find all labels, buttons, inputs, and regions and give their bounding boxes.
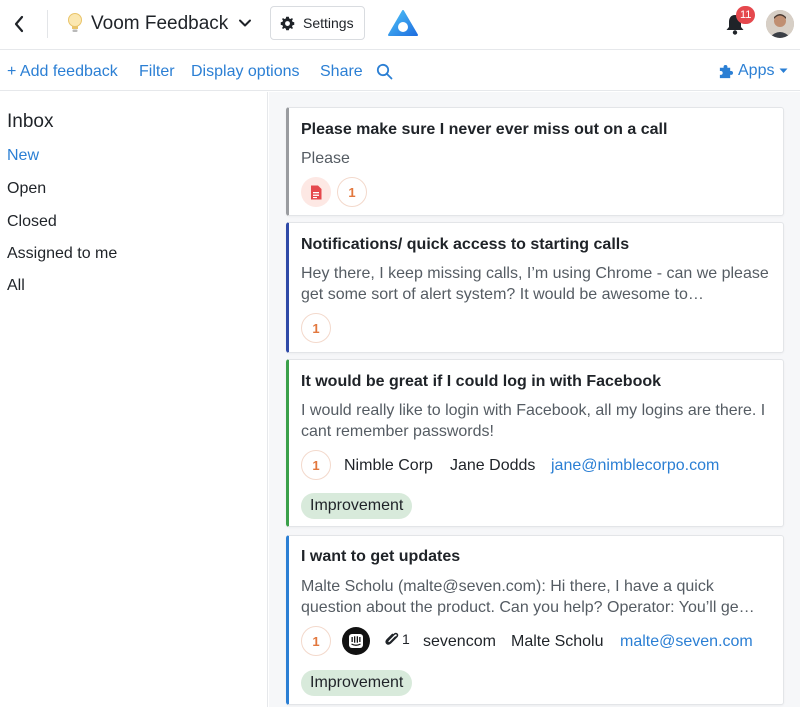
card-title: Notifications/ quick access to starting … [301,236,630,253]
share-button[interactable]: Share [320,62,363,82]
gear-icon [280,16,295,31]
add-feedback-button[interactable]: + Add feedback [7,62,118,82]
card-title: I want to get updates [301,548,461,565]
improvement-tag[interactable]: Improvement [301,493,413,519]
feedback-card[interactable]: It would be great if I could log in with… [286,359,784,527]
person-name[interactable]: Jane Dodds [450,456,535,476]
vote-count-badge: 1 [301,450,331,480]
vote-count-badge: 1 [337,177,367,207]
apps-dropdown[interactable]: Apps [718,62,788,80]
intercom-icon [342,627,370,655]
sidebar-item-closed[interactable]: Closed [7,213,57,231]
card-title: Please make sure I never ever miss out o… [301,121,668,138]
filter-button[interactable]: Filter [139,62,175,82]
company-name[interactable]: Nimble Corp [344,456,433,476]
improvement-tag[interactable]: Improvement [301,670,413,696]
sidebar-item-assigned-to-me[interactable]: Assigned to me [7,245,117,263]
lightbulb-icon [66,12,84,36]
app-title[interactable]: Voom Feedback [91,12,228,36]
sidebar-item-all[interactable]: All [7,277,25,295]
card-body: Please [301,150,350,167]
top-bar: Voom Feedback Settings 11 [0,0,800,50]
apps-label: Apps [738,62,775,79]
notification-count-badge: 11 [736,6,756,24]
sidebar-item-new[interactable]: New [7,147,39,165]
chevron-down-icon[interactable] [238,16,252,30]
email-link[interactable]: malte@seven.com [620,632,753,652]
settings-button[interactable]: Settings [270,6,365,40]
divider [47,10,48,38]
vote-count-badge: 1 [301,626,331,656]
inbox-title: Inbox [7,111,54,132]
person-name[interactable]: Malte Scholu [511,632,604,652]
settings-label: Settings [303,15,354,31]
search-icon[interactable] [376,63,393,80]
back-chevron-icon[interactable] [9,12,29,36]
card-body: I would really like to login with Facebo… [301,402,766,440]
document-icon [301,177,331,207]
sidebar: Inbox New Open Closed Assigned to me All [0,92,268,707]
action-bar: + Add feedback Filter Display options Sh… [0,51,800,91]
app-logo-icon [387,8,419,40]
display-options-button[interactable]: Display options [191,62,300,82]
company-name[interactable]: sevencom [423,632,496,652]
card-title: It would be great if I could log in with… [301,373,662,390]
feedback-card[interactable]: Notifications/ quick access to starting … [286,222,784,353]
caret-down-icon [779,68,788,74]
email-link[interactable]: jane@nimblecorpo.com [551,456,719,476]
feedback-card[interactable]: I want to get updates Malte Scholu (malt… [286,535,784,705]
vote-count-badge: 1 [301,313,331,343]
card-body: Hey there, I keep missing calls, I’m usi… [301,265,769,303]
sidebar-item-open[interactable]: Open [7,180,46,198]
paperclip-icon [385,631,399,647]
puzzle-icon [718,64,733,79]
feedback-list: Please make sure I never ever miss out o… [269,92,800,707]
feedback-card[interactable]: Please make sure I never ever miss out o… [286,107,784,216]
attachment-count-value: 1 [402,631,410,647]
avatar[interactable] [766,10,794,38]
card-body: Malte Scholu (malte@seven.com): Hi there… [301,578,755,616]
attachment-count[interactable]: 1 [385,631,410,647]
